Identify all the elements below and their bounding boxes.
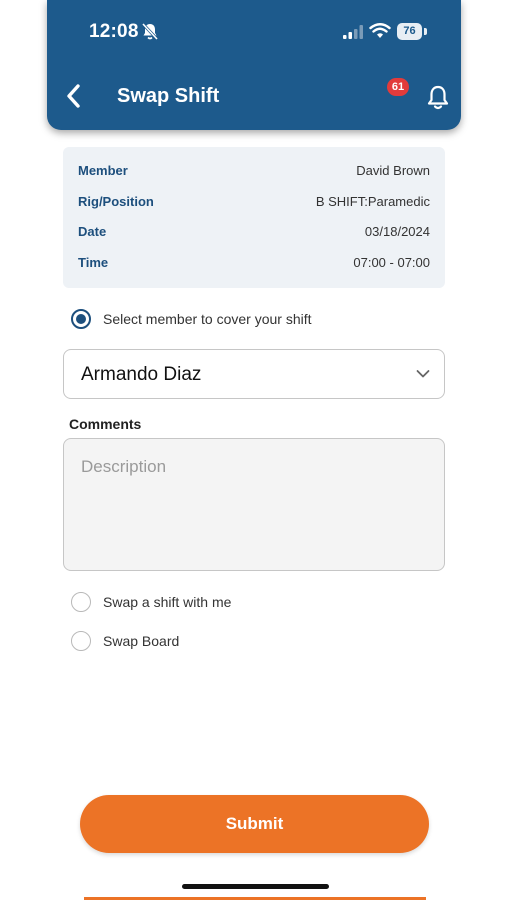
option-label: Swap a shift with me — [103, 594, 232, 610]
detail-row-member: Member David Brown — [78, 163, 430, 183]
detail-row-date: Date 03/18/2024 — [78, 224, 430, 244]
bell-icon[interactable] — [423, 82, 453, 112]
member-select-dropdown[interactable]: Armando Diaz — [63, 349, 445, 399]
option-label: Swap Board — [103, 633, 180, 649]
detail-row-time: Time 07:00 - 07:00 — [78, 255, 430, 275]
detail-value: 07:00 - 07:00 — [353, 255, 430, 270]
notification-badge: 61 — [387, 78, 409, 96]
status-time: 12:08 — [89, 21, 139, 42]
detail-label: Time — [78, 255, 109, 270]
bell-slash-icon — [141, 22, 159, 41]
detail-label: Rig/Position — [78, 194, 154, 209]
detail-value: B SHIFT:Paramedic — [315, 194, 430, 209]
detail-value: 03/18/2024 — [364, 224, 430, 239]
chevron-down-icon — [416, 370, 430, 378]
wifi-icon — [369, 23, 391, 38]
comments-label: Comments — [69, 416, 142, 432]
option-swap-shift-with-me[interactable]: Swap a shift with me — [71, 590, 231, 614]
app-header: 12:08 76 Swap Shift — [47, 0, 461, 130]
chevron-left-icon[interactable] — [63, 82, 85, 110]
detail-value: David Brown — [356, 163, 430, 178]
radio-button[interactable] — [71, 631, 91, 651]
detail-label: Member — [78, 163, 128, 178]
radio-button[interactable] — [71, 592, 91, 612]
shift-details-card: Member David Brown Rig/Position B SHIFT:… — [63, 147, 445, 288]
page-title: Swap Shift — [117, 85, 220, 107]
battery-icon: 76 — [397, 23, 427, 40]
swap-shift-screen: 12:08 76 Swap Shift 61 Member David Brow… — [0, 0, 507, 900]
detail-label: Date — [78, 224, 107, 239]
selected-member: Armando Diaz — [81, 364, 202, 385]
option-label: Select member to cover your shift — [103, 311, 312, 327]
option-select-member-cover[interactable]: Select member to cover your shift — [71, 307, 312, 331]
detail-row-rig-position: Rig/Position B SHIFT:Paramedic — [78, 194, 430, 214]
home-indicator[interactable] — [182, 884, 329, 889]
comments-textarea[interactable] — [63, 438, 445, 571]
radio-button-selected[interactable] — [71, 309, 91, 329]
submit-button[interactable]: Submit — [80, 795, 429, 853]
cellular-signal-icon — [343, 25, 363, 39]
option-swap-board[interactable]: Swap Board — [71, 629, 179, 653]
battery-level: 76 — [397, 23, 422, 40]
